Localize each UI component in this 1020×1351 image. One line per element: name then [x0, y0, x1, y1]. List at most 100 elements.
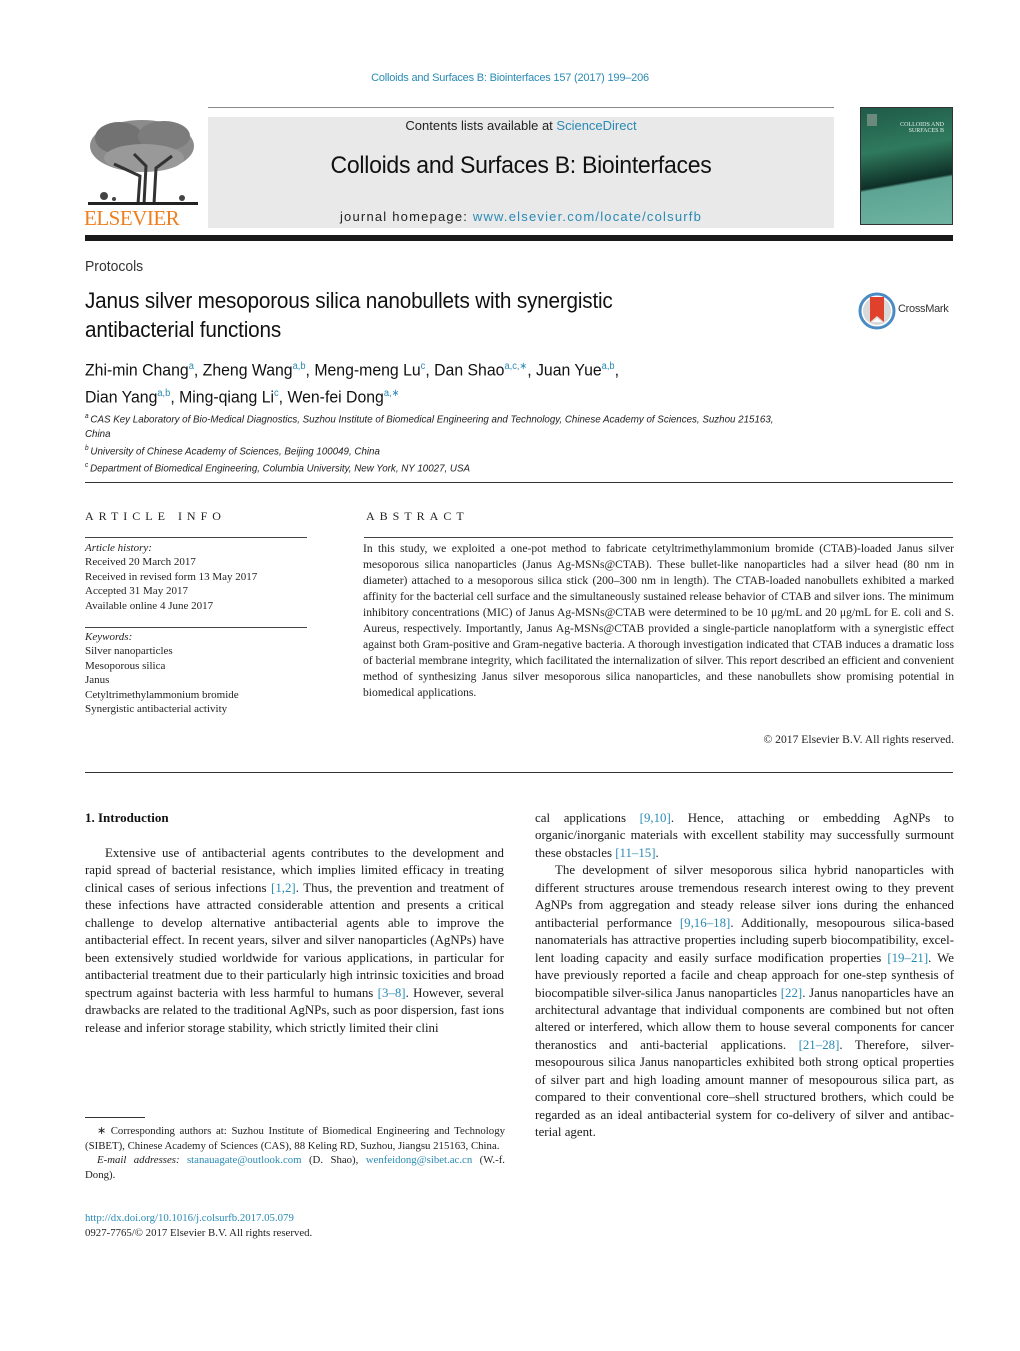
paragraph: Extensive use of antibacterial agents co…: [85, 845, 504, 1037]
email-link-shao[interactable]: stanauagate@outlook.com: [187, 1154, 302, 1166]
text-run: . Thus, the prevention and treatment of …: [85, 880, 504, 1000]
affiliation-text: Department of Biomedical Engineering, Co…: [90, 462, 471, 474]
citation-link[interactable]: [22]: [781, 986, 802, 1000]
email-addresses: E-mail addresses: stanauagate@outlook.co…: [85, 1153, 505, 1182]
corresponding-author-note: ∗ Corresponding authors at: Suzhou Insti…: [85, 1125, 505, 1152]
author-name[interactable]: Meng-meng Lu: [314, 361, 420, 380]
paragraph: The development of silver mesoporous sil…: [535, 862, 954, 1141]
contents-prefix: Contents lists available at: [405, 118, 557, 133]
journal-cover-image[interactable]: COLLOIDS AND SURFACES B: [860, 107, 953, 225]
citation-link[interactable]: [19–21]: [887, 951, 928, 965]
keyword-item: Cetyltrimethylammonium bromide: [85, 688, 239, 701]
affiliation-list: a CAS Key Laboratory of Bio-Medical Diag…: [85, 410, 792, 476]
author-name[interactable]: Dan Shao: [434, 361, 504, 380]
footnotes: ∗ Corresponding authors at: Suzhou Insti…: [85, 1124, 505, 1182]
author-name[interactable]: Ming-qiang Li: [179, 387, 274, 406]
footnote-divider: [85, 1117, 145, 1118]
contents-available-line: Contents lists available at ScienceDirec…: [208, 118, 834, 133]
article-history: Article history: Received 20 March 2017 …: [85, 541, 325, 613]
journal-homepage-link[interactable]: www.elsevier.com/locate/colsurfb: [473, 209, 702, 224]
keyword-item: Janus: [85, 674, 110, 687]
affiliation: b University of Chinese Academy of Scien…: [85, 442, 792, 459]
citation-link[interactable]: [21–28]: [799, 1038, 840, 1052]
cover-publisher-logo-icon: [867, 114, 877, 126]
author-affiliation-marker[interactable]: a,b: [293, 361, 306, 372]
citation-link[interactable]: [11–15]: [615, 846, 655, 860]
crossmark-label: CrossMark: [898, 303, 949, 315]
homepage-prefix: journal homepage:: [339, 209, 473, 224]
affiliation-text: CAS Key Laboratory of Bio-Medical Diagno…: [85, 413, 774, 441]
abstract-divider: [364, 537, 953, 538]
body-column-right: cal applications [9,10]. Hence, attachin…: [535, 810, 954, 1142]
masthead-divider: [208, 107, 834, 108]
journal-title: Colloids and Surfaces B: Biointerfaces: [330, 152, 712, 179]
elsevier-tree-graphic: [88, 120, 198, 205]
email-link-dong[interactable]: wenfeidong@sibet.ac.cn: [366, 1154, 472, 1166]
journal-citation-link[interactable]: Colloids and Surfaces B: Biointerfaces 1…: [0, 72, 1020, 84]
article-info-heading: ARTICLE INFO: [85, 509, 226, 523]
affiliation: a CAS Key Laboratory of Bio-Medical Diag…: [85, 410, 792, 442]
keyword-item: Silver nanoparticles: [85, 645, 173, 658]
text-run: cal applications: [535, 811, 640, 825]
author-name[interactable]: Dian Yang: [85, 387, 157, 406]
citation-link[interactable]: [1,2]: [271, 881, 296, 895]
author-list: Zhi-min Changa, Zheng Wanga,b, Meng-meng…: [85, 355, 792, 408]
crossmark-button[interactable]: CrossMark: [858, 292, 958, 330]
separator: ,: [614, 360, 620, 380]
author-affiliation-marker[interactable]: a,b: [157, 388, 170, 399]
section-divider: [85, 772, 953, 773]
history-item: Available online 4 June 2017: [85, 599, 214, 612]
author-name[interactable]: Wen-fei Dong: [287, 387, 383, 406]
section-heading-introduction: 1. Introduction: [85, 810, 169, 825]
article-title: Janus silver mesoporous silica nanobulle…: [85, 286, 729, 344]
doi-block: http://dx.doi.org/10.1016/j.colsurfb.201…: [85, 1211, 505, 1240]
affiliation: c Department of Biomedical Engineering, …: [85, 459, 792, 476]
journal-homepage-line: journal homepage: www.elsevier.com/locat…: [208, 209, 834, 224]
citation-link[interactable]: [9,16–18]: [680, 916, 730, 930]
keyword-item: Synergistic antibacterial activity: [85, 703, 228, 716]
keywords-label: Keywords:: [85, 631, 133, 643]
citation-link[interactable]: [9,10]: [640, 811, 671, 825]
doi-link[interactable]: http://dx.doi.org/10.1016/j.colsurfb.201…: [85, 1211, 505, 1226]
cover-title: COLLOIDS AND SURFACES B: [900, 122, 944, 134]
keywords: Keywords: Silver nanoparticles Mesoporou…: [85, 630, 325, 716]
citation-link[interactable]: [3–8]: [378, 986, 406, 1000]
abstract-copyright: © 2017 Elsevier B.V. All rights reserved…: [763, 733, 954, 746]
issn-copyright: 0927-7765/© 2017 Elsevier B.V. All right…: [85, 1226, 313, 1239]
separator: ,: [305, 360, 315, 380]
article-type: Protocols: [85, 258, 144, 275]
separator: ,: [278, 387, 288, 407]
article-info-divider: [85, 537, 307, 538]
email-label: E-mail addresses:: [97, 1154, 187, 1166]
author-affiliation-marker[interactable]: a,∗: [384, 388, 400, 399]
history-item: Received in revised form 13 May 2017: [85, 570, 258, 583]
sciencedirect-link[interactable]: ScienceDirect: [556, 118, 636, 133]
affiliation-text: University of Chinese Academy of Science…: [90, 445, 380, 457]
separator: ,: [170, 387, 180, 407]
history-item: Accepted 31 May 2017: [85, 585, 188, 598]
article-history-label: Article history:: [85, 542, 152, 554]
masthead-thick-divider: [85, 235, 953, 241]
section-divider: [85, 482, 953, 483]
author-affiliation-marker[interactable]: a,b: [602, 361, 615, 372]
author-name[interactable]: Zhi-min Chang: [85, 361, 189, 380]
cover-title-line-2: SURFACES B: [908, 128, 944, 134]
author-affiliation-marker[interactable]: a,c,∗: [504, 361, 527, 372]
text-run: . There­fore, silver-mesopourous silica …: [535, 1037, 955, 1140]
article-title-line-1: Janus silver mesoporous silica nanobulle…: [85, 288, 613, 313]
keyword-item: Mesoporous silica: [85, 659, 166, 672]
body-column-left: Extensive use of antibacterial agents co…: [85, 845, 504, 1037]
text-run: .: [655, 845, 659, 860]
abstract-heading: ABSTRACT: [366, 509, 469, 523]
separator: ,: [527, 360, 537, 380]
article-title-line-2: antibacterial functions: [85, 317, 281, 342]
keywords-divider: [85, 627, 307, 628]
separator: ,: [193, 360, 203, 380]
elsevier-wordmark: ELSEVIER: [84, 206, 180, 230]
history-item: Received 20 March 2017: [85, 556, 196, 569]
author-name[interactable]: Zheng Wang: [203, 361, 293, 380]
email-owner: (D. Shao),: [301, 1154, 366, 1166]
author-name[interactable]: Juan Yue: [536, 361, 602, 380]
crossmark-icon: [858, 292, 896, 330]
paragraph: cal applications [9,10]. Hence, attachin…: [535, 810, 954, 862]
